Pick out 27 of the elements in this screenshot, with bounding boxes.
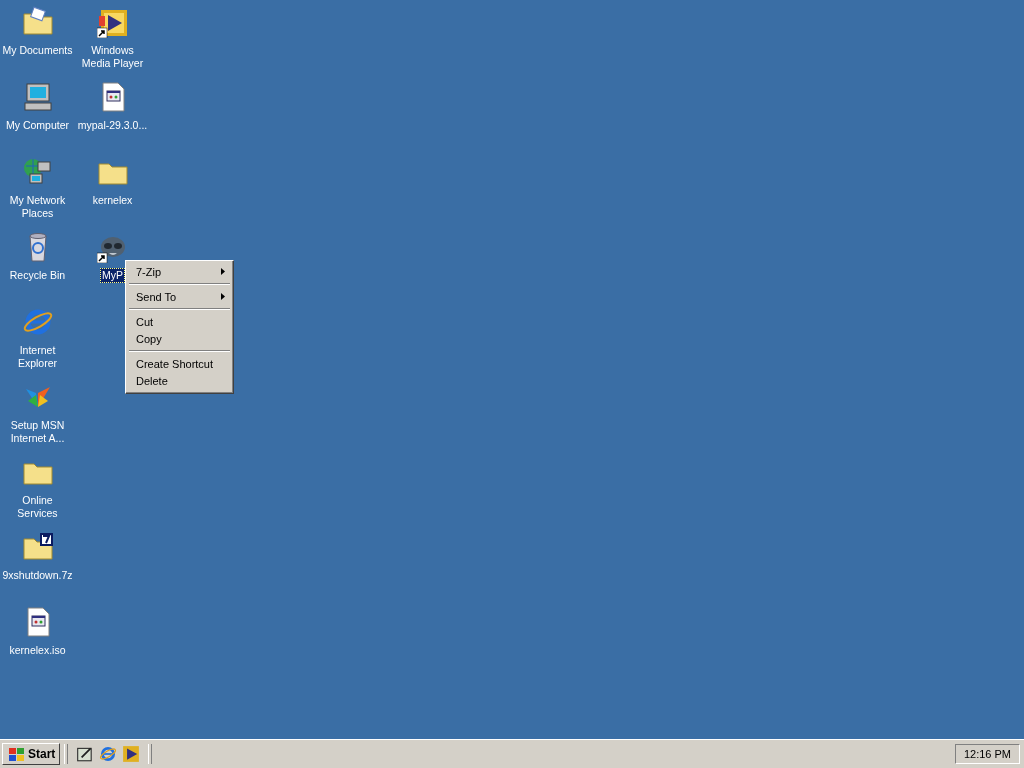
menu-item[interactable]: Delete — [128, 372, 231, 389]
icon-label[interactable]: Internet Explorer — [0, 343, 75, 371]
menu-item[interactable]: Send To — [128, 288, 231, 305]
windows-logo-icon — [7, 747, 25, 761]
icon-label[interactable]: MyP — [100, 268, 125, 283]
icon-label[interactable]: My Network Places — [0, 193, 75, 221]
icon-label[interactable]: 9xshutdown.7z — [0, 568, 75, 583]
desktop-icon[interactable] — [76, 745, 95, 763]
icon-label[interactable]: Windows Media Player — [75, 43, 150, 71]
documents-icon[interactable] — [21, 6, 54, 38]
icon-label[interactable]: kernelex — [90, 193, 135, 208]
archive-icon[interactable] — [21, 531, 54, 563]
menu-item[interactable]: 7-Zip — [128, 263, 231, 280]
computer-icon[interactable] — [21, 81, 54, 113]
icon-label[interactable]: My Computer — [4, 118, 71, 133]
icon-label[interactable]: kernelex.iso — [7, 643, 68, 658]
menu-item[interactable]: Create Shortcut — [128, 355, 231, 372]
media-icon[interactable] — [122, 745, 141, 763]
menu-item[interactable]: Copy — [128, 330, 231, 347]
icon-label[interactable]: mypal-29.3.0... — [75, 118, 150, 133]
start-button[interactable]: Start — [2, 743, 61, 765]
icon-label[interactable]: Online Services — [0, 493, 75, 521]
icon-label[interactable]: Setup MSN Internet A... — [0, 418, 75, 446]
icon-label[interactable]: Recycle Bin — [7, 268, 68, 283]
clock[interactable]: 12:16 PM — [954, 744, 1020, 764]
icon-label[interactable]: My Documents — [0, 43, 75, 58]
menu-item[interactable]: Cut — [128, 313, 231, 330]
